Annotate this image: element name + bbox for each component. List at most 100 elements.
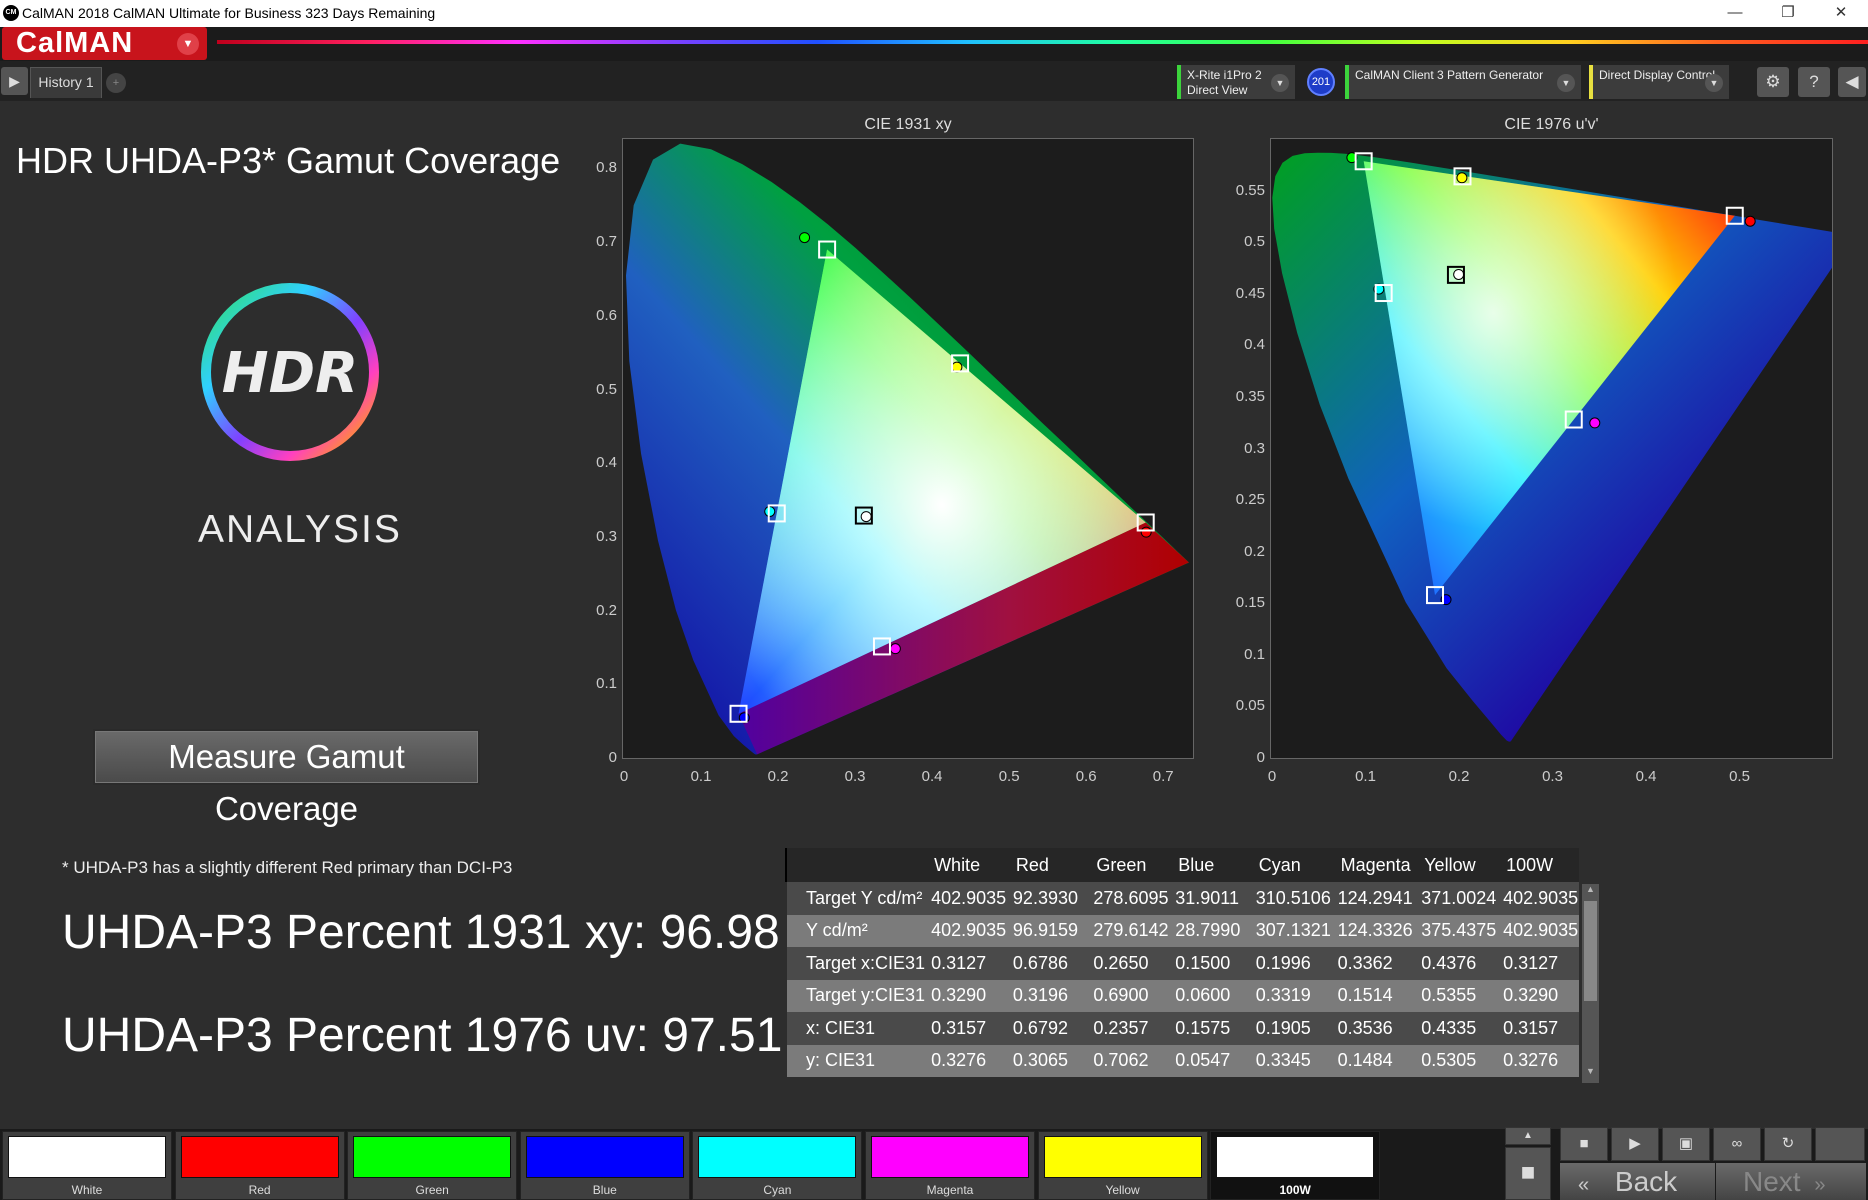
swatch-white[interactable]: White [2, 1131, 172, 1200]
table-cell: 0.1575 [1169, 1012, 1250, 1045]
table-cell: 279.6142 [1087, 914, 1170, 947]
chevron-down-icon[interactable]: ▼ [1557, 74, 1575, 92]
measured-point-yellow [1456, 172, 1468, 184]
meter-badge[interactable]: 201 [1307, 68, 1335, 96]
table-cell: 0.4376 [1415, 947, 1498, 980]
tab-history-1[interactable]: History 1 [30, 67, 102, 98]
table-cell: 0.3276 [925, 1044, 1007, 1077]
row-label: x: CIE31 [787, 1012, 926, 1045]
table-col-header: 100W [1497, 848, 1579, 882]
next-button[interactable]: Next » [1716, 1163, 1866, 1200]
source-device-selector[interactable]: CalMAN Client 3 Pattern Generator ▼ [1345, 65, 1581, 99]
swatch-label: Red [248, 1183, 271, 1197]
window-title: CalMAN 2018 CalMAN Ultimate for Business… [22, 5, 436, 21]
table-cell: 0.3157 [1497, 1012, 1579, 1045]
table-cell: 402.9035 [1497, 882, 1579, 915]
gear-icon[interactable]: ⚙ [1757, 67, 1789, 97]
help-icon[interactable]: ? [1798, 67, 1830, 97]
cie1976-diagram [1272, 152, 1854, 742]
measured-point-red [1744, 215, 1756, 227]
refresh-icon[interactable]: ↻ [1764, 1127, 1812, 1161]
table-cell: 96.9159 [1006, 914, 1088, 947]
y-tick-label: 0.3 [596, 527, 617, 545]
collapse-icon[interactable]: ◀ [1838, 67, 1866, 97]
meter-device-selector[interactable]: X-Rite i1Pro 2 Direct View ▼ [1177, 65, 1295, 99]
swatch-100w[interactable]: 100W [1210, 1131, 1381, 1200]
swatch-yellow[interactable]: Yellow [1037, 1131, 1208, 1200]
y-tick-label: 0.55 [1235, 181, 1265, 199]
table-cell: 0.4335 [1415, 1012, 1498, 1045]
chevron-down-icon[interactable]: ▼ [1705, 74, 1723, 92]
scroll-up-icon[interactable]: ▲ [1582, 884, 1599, 898]
table-cell: 0.0600 [1169, 979, 1250, 1012]
table-cell: 0.1514 [1331, 979, 1416, 1012]
y-tick-label: 0.15 [1235, 594, 1265, 612]
save-icon[interactable]: ▣ [1662, 1127, 1710, 1161]
row-label: y: CIE31 [787, 1044, 926, 1077]
page-title: HDR UHDA-P3* Gamut Coverage [16, 140, 561, 181]
chevron-down-icon[interactable]: ▼ [177, 33, 199, 55]
cie1931-title: CIE 1931 xy [864, 116, 952, 133]
x-tick-label: 0.7 [1152, 768, 1174, 785]
next-arrow-icon: » [1814, 1174, 1826, 1196]
table-cell: 0.3276 [1497, 1044, 1579, 1077]
back-arrow-icon: « [1578, 1174, 1590, 1196]
rainbow-strip [217, 40, 1868, 44]
close-button[interactable]: ✕ [1818, 0, 1864, 27]
swatch-green[interactable]: Green [347, 1131, 518, 1200]
y-tick-label: 0.6 [596, 306, 617, 324]
stop-small-icon[interactable]: ■ [1560, 1127, 1608, 1161]
x-tick-label: 0.3 [844, 768, 866, 785]
table-cell: 0.2357 [1087, 1012, 1170, 1045]
table-cell: 0.3127 [925, 947, 1007, 980]
swatch-label: Magenta [926, 1183, 974, 1197]
table-cell: 0.1484 [1331, 1044, 1416, 1077]
table-cell: 124.3326 [1331, 914, 1416, 947]
y-tick-label: 0.2 [1244, 542, 1265, 560]
table-cell: 124.2941 [1331, 882, 1416, 915]
swatch-magenta[interactable]: Magenta [865, 1131, 1035, 1200]
swatch-color [698, 1136, 857, 1178]
loop-icon[interactable]: ∞ [1713, 1127, 1761, 1161]
x-tick-label: 0.2 [767, 768, 789, 785]
scroll-down-icon[interactable]: ▼ [1582, 1066, 1599, 1080]
y-tick-label: 0.45 [1235, 284, 1265, 302]
table-col-header: White [925, 848, 1007, 882]
swatch-cyan[interactable]: Cyan [692, 1131, 863, 1200]
eject-icon[interactable]: ▲ [1505, 1127, 1551, 1145]
y-tick-label: 0 [608, 749, 617, 766]
table-cell: 0.7062 [1087, 1044, 1170, 1077]
chevron-down-icon[interactable]: ▼ [1271, 74, 1289, 92]
swatch-blue[interactable]: Blue [519, 1131, 690, 1200]
play-icon[interactable]: ▶ [1, 67, 28, 95]
table-cell: 0.1996 [1249, 947, 1332, 980]
y-tick-label: 0.05 [1235, 697, 1265, 715]
back-button[interactable]: « Back [1560, 1163, 1715, 1200]
table-cell: 0.1905 [1249, 1012, 1332, 1045]
table-cell: 307.1321 [1249, 914, 1332, 947]
table-scroll-thumb[interactable] [1584, 901, 1597, 1001]
table-cell: 31.9011 [1169, 882, 1250, 915]
play-icon[interactable]: ▶ [1611, 1127, 1659, 1161]
cie1976-plot [1270, 138, 1854, 759]
table-cell: 0.6792 [1006, 1012, 1088, 1045]
add-tab-icon[interactable]: + [106, 73, 126, 93]
restore-button[interactable]: ❐ [1765, 0, 1811, 27]
table-cell: 375.4375 [1415, 914, 1498, 947]
y-tick-label: 0.7 [596, 233, 617, 251]
y-tick-label: 0.2 [596, 601, 617, 619]
table-cell: 0.3362 [1331, 947, 1416, 980]
more-icon[interactable] [1815, 1127, 1865, 1161]
stop-icon[interactable]: ■ [1505, 1147, 1551, 1200]
minimize-button[interactable]: — [1712, 0, 1758, 27]
measure-gamut-button[interactable]: Measure Gamut Coverage [93, 729, 480, 827]
result-1931: UHDA-P3 Percent 1931 xy: 96.98 [62, 906, 780, 959]
cie1931-diagram [626, 143, 1189, 755]
display-device-selector[interactable]: Direct Display Control ▼ [1589, 65, 1729, 99]
table-cell: 371.0024 [1415, 882, 1498, 915]
swatch-red[interactable]: Red [174, 1131, 345, 1200]
x-tick-label: 0.5 [998, 768, 1020, 785]
table-cell: 0.3345 [1249, 1044, 1332, 1077]
swatch-color [1043, 1136, 1202, 1178]
y-tick-label: 0.5 [1244, 233, 1265, 251]
